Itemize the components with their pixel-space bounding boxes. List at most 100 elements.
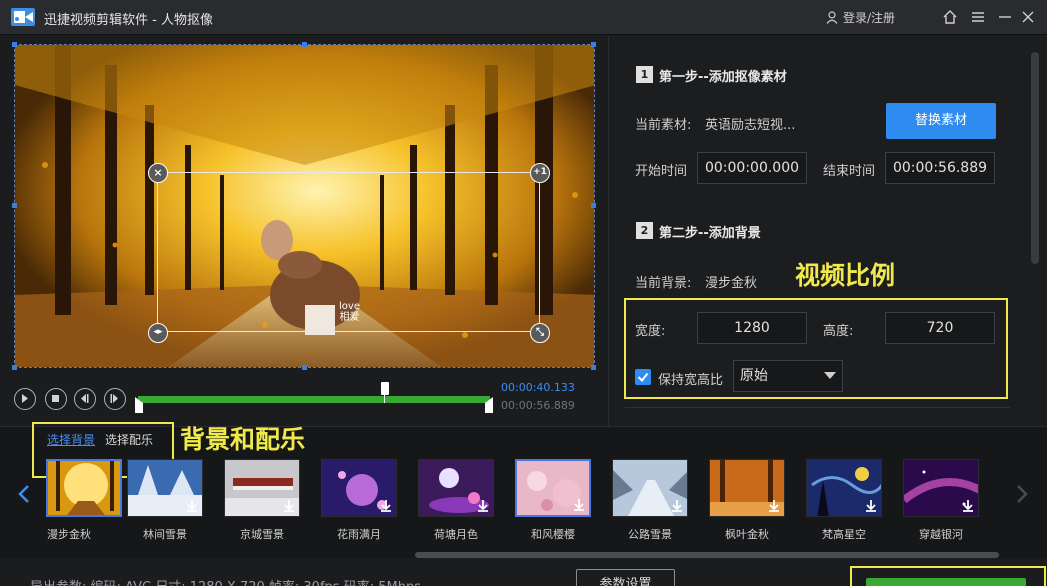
bg-thumb-road-snow[interactable] (612, 459, 688, 517)
bg-thumb-lotus-moon[interactable] (418, 459, 494, 517)
bg-label: 花雨满月 (337, 528, 381, 541)
overlay-text: love 相爱 (339, 301, 360, 323)
add-handle[interactable]: +1 (530, 163, 550, 183)
scroll-left-icon[interactable] (17, 484, 31, 504)
download-icon[interactable] (961, 499, 975, 513)
bg-label: 林间雪景 (143, 528, 187, 541)
end-time-field[interactable]: 00:00:56.889 (885, 152, 995, 184)
play-button[interactable] (14, 388, 36, 410)
material-value: 英语励志短视... (705, 118, 796, 133)
step1-number: 1 (636, 66, 653, 83)
download-icon[interactable] (379, 499, 393, 513)
chevron-down-icon (824, 372, 836, 379)
app-window: 迅捷视频剪辑软件 - 人物抠像 登录/注册 × +1 ◂▸ ⤡ love 相爱 … (0, 0, 1047, 586)
app-logo-icon (11, 8, 35, 26)
trim-start-handle[interactable] (135, 397, 143, 413)
thumbnail-scrollbar[interactable] (415, 552, 999, 558)
material-label: 当前素材: (635, 118, 692, 133)
bg-thumb-maple-autumn[interactable] (709, 459, 785, 517)
height-label: 高度: (823, 324, 854, 339)
window-title: 迅捷视频剪辑软件 - 人物抠像 (44, 13, 213, 28)
crop-handle[interactable] (12, 365, 17, 370)
title-bar: 迅捷视频剪辑软件 - 人物抠像 登录/注册 (0, 0, 1047, 35)
resize-handle[interactable]: ⤡ (530, 323, 550, 343)
download-icon[interactable] (572, 498, 586, 512)
step2-number: 2 (636, 222, 653, 239)
download-icon[interactable] (670, 499, 684, 513)
close-handle[interactable]: × (148, 163, 168, 183)
width-label: 宽度: (635, 324, 666, 339)
prev-frame-button[interactable] (74, 388, 96, 410)
tab-select-background[interactable]: 选择背景 (47, 431, 95, 448)
bg-label: 京城雪景 (240, 528, 284, 541)
param-settings-button[interactable]: 参数设置 (576, 569, 675, 586)
stop-button[interactable] (45, 388, 67, 410)
bg-thumb-galaxy[interactable] (903, 459, 979, 517)
keep-ratio-label: 保持宽高比 (658, 373, 724, 388)
panel-scrollbar[interactable] (1031, 52, 1039, 264)
background-label: 当前背景: (635, 276, 692, 291)
prev-frame-icon (81, 394, 89, 403)
minimize-icon[interactable] (997, 9, 1013, 25)
crop-handle[interactable] (591, 203, 596, 208)
download-icon[interactable] (864, 499, 878, 513)
ratio-annotation: 视频比例 (795, 261, 896, 290)
start-time-field[interactable]: 00:00:00.000 (697, 152, 807, 184)
check-icon (637, 372, 649, 383)
keep-ratio-checkbox[interactable] (635, 369, 651, 385)
bg-thumb-autumn-walk[interactable] (46, 459, 122, 517)
login-link[interactable]: 登录/注册 (826, 9, 895, 26)
flip-handle[interactable]: ◂▸ (148, 323, 168, 343)
user-icon (826, 11, 838, 24)
ratio-select[interactable]: 原始 (733, 360, 843, 392)
total-time: 00:00:56.889 (501, 399, 575, 412)
crop-handle[interactable] (12, 42, 17, 47)
menu-icon[interactable] (970, 9, 986, 25)
next-frame-icon (110, 394, 118, 403)
home-icon[interactable] (942, 9, 958, 25)
bg-thumb-capital-snow[interactable] (224, 459, 300, 517)
ratio-select-value: 原始 (740, 368, 768, 384)
next-frame-button[interactable] (104, 388, 126, 410)
play-icon (22, 394, 28, 403)
current-time: 00:00:40.133 (501, 381, 575, 394)
bg-label: 荷塘月色 (434, 528, 478, 541)
trim-end-handle[interactable] (485, 397, 493, 413)
crop-handle[interactable] (591, 42, 596, 47)
login-label: 登录/注册 (843, 11, 896, 25)
panel-divider (625, 407, 1010, 408)
bg-label: 梵高星空 (822, 528, 866, 541)
bg-preview-image (48, 461, 120, 515)
height-field[interactable]: 720 (885, 312, 995, 344)
close-icon[interactable] (1020, 9, 1036, 25)
bg-label: 枫叶金秋 (725, 528, 769, 541)
bg-thumb-forest-snow[interactable] (127, 459, 203, 517)
bg-label: 漫步金秋 (47, 528, 91, 541)
download-icon[interactable] (767, 499, 781, 513)
download-icon[interactable] (185, 499, 199, 513)
download-icon[interactable] (282, 499, 296, 513)
export-button[interactable] (866, 578, 1026, 586)
crop-handle[interactable] (12, 203, 17, 208)
download-icon[interactable] (476, 499, 490, 513)
stop-icon (52, 395, 59, 402)
replace-material-button[interactable]: 替换素材 (886, 103, 996, 139)
trim-timeline[interactable] (138, 396, 490, 403)
width-field[interactable]: 1280 (697, 312, 807, 344)
bg-thumb-van-gogh-sky[interactable] (806, 459, 882, 517)
overlay-text-line2: 相爱 (339, 312, 360, 323)
crop-handle[interactable] (302, 42, 307, 47)
bg-thumb-flower-moon[interactable] (321, 459, 397, 517)
bg-thumb-sakura[interactable] (515, 459, 591, 517)
crop-handle[interactable] (591, 365, 596, 370)
video-preview[interactable]: × +1 ◂▸ ⤡ love 相爱 (14, 44, 595, 368)
playhead[interactable] (381, 382, 389, 395)
export-params: 导出参数: 编码: AVC 尺寸: 1280 X 720 帧率: 30fps 码… (30, 576, 421, 586)
background-value: 漫步金秋 (705, 276, 758, 291)
step1-title: 第一步--添加抠像素材 (659, 70, 787, 85)
bg-label: 和风樱樱 (531, 528, 575, 541)
tab-select-music[interactable]: 选择配乐 (105, 431, 153, 448)
playhead-line (384, 395, 385, 403)
crop-handle[interactable] (302, 365, 307, 370)
scroll-right-icon[interactable] (1015, 484, 1029, 504)
